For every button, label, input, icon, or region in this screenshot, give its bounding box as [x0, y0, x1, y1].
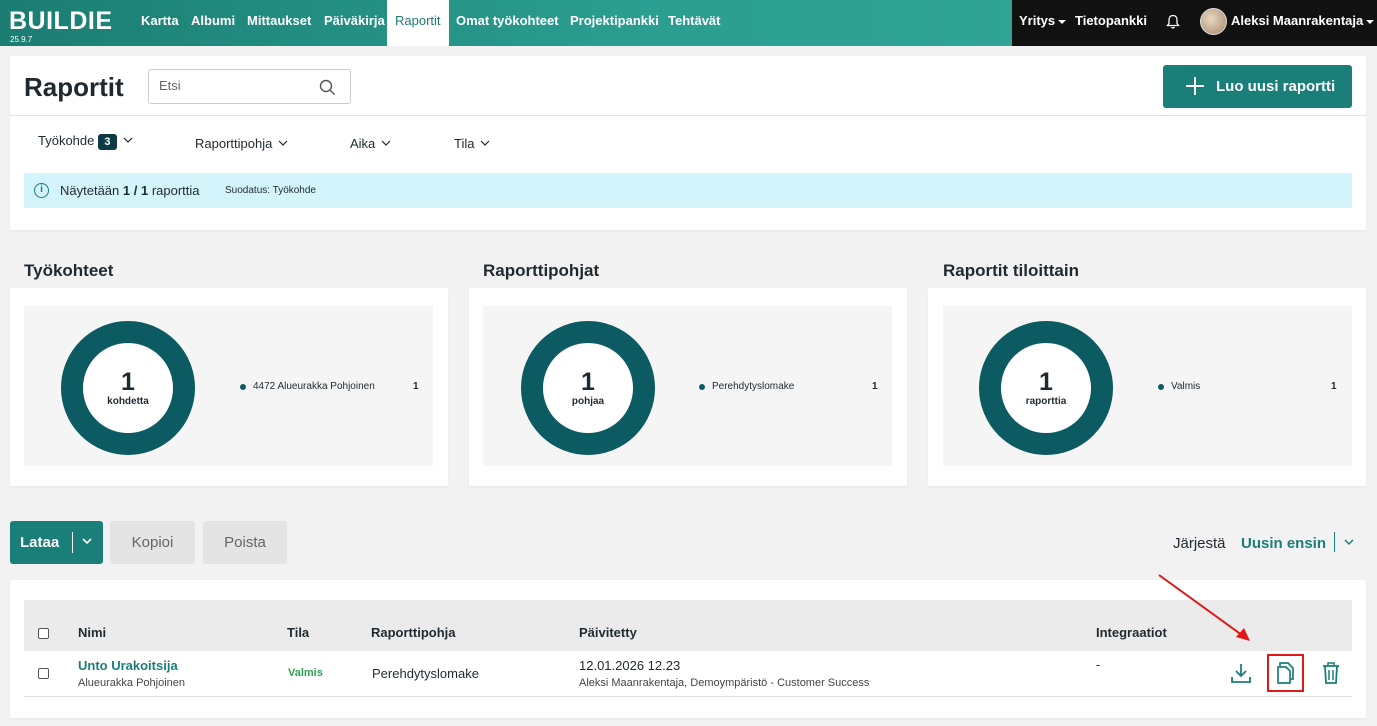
donut-label: pohjaa — [571, 396, 605, 407]
filter-tila[interactable]: Tila — [454, 136, 490, 151]
nav-item-mittaukset[interactable]: Mittaukset — [247, 0, 311, 46]
report-updated-by: Aleksi Maanrakentaja, Demoympäristö - Cu… — [579, 677, 870, 689]
search-icon[interactable] — [319, 79, 336, 96]
create-report-label: Luo uusi raportti — [1216, 78, 1336, 95]
nav-item-omat-tyokohteet[interactable]: Omat työkohteet — [456, 0, 559, 46]
annotation-arrow-icon — [1158, 574, 1250, 641]
legend-label: Perehdytyslomake — [712, 381, 795, 392]
user-avatar[interactable] — [1200, 8, 1227, 35]
legend-dot — [1158, 384, 1164, 390]
app-version: 25.9.7 — [10, 35, 33, 44]
report-template: Perehdytyslomake — [372, 666, 479, 681]
download-label: Lataa — [20, 534, 60, 551]
bell-icon[interactable] — [1166, 14, 1180, 30]
legend-label: Valmis — [1171, 381, 1201, 392]
report-site: Alueurakka Pohjoinen — [78, 677, 186, 689]
info-bar: i Näytetään 1 / 1 raporttia Suodatus: Ty… — [24, 173, 1352, 208]
info-text: Näytetään 1 / 1 raporttia — [60, 183, 200, 198]
filter-aika-label: Aika — [350, 136, 376, 151]
copy-button[interactable]: Kopioi — [110, 521, 195, 564]
chevron-down-icon[interactable] — [1343, 537, 1355, 547]
column-header-updated[interactable]: Päivitetty — [579, 625, 637, 640]
legend-dot — [240, 384, 246, 390]
legend-label: 4472 Alueurakka Pohjoinen — [253, 381, 375, 392]
header-divider — [10, 115, 1366, 116]
plus-icon — [1186, 77, 1204, 95]
knowledge-bank-link[interactable]: Tietopankki — [1075, 0, 1147, 46]
delete-button[interactable]: Poista — [203, 521, 287, 564]
legend-value: 1 — [1331, 381, 1337, 392]
info-suffix: raporttia — [151, 183, 200, 198]
chart-title-raportit-tiloittain: Raportit tiloittain — [943, 261, 1079, 280]
filter-raporttipohja-label: Raporttipohja — [195, 136, 273, 151]
buildie-logo[interactable]: BUILDIE — [9, 7, 113, 36]
row-divider — [24, 696, 1352, 697]
caret-down-icon — [1058, 19, 1067, 24]
column-header-status[interactable]: Tila — [287, 625, 309, 640]
trash-icon[interactable] — [1321, 661, 1341, 685]
filter-count-badge: 3 — [98, 134, 117, 150]
legend-dot — [699, 384, 705, 390]
user-menu[interactable]: Aleksi Maanrakentaja — [1231, 0, 1375, 46]
download-button[interactable]: Lataa — [10, 521, 103, 564]
donut-value: 1 — [121, 368, 135, 396]
user-name: Aleksi Maanrakentaja — [1231, 13, 1364, 28]
legend-value: 1 — [413, 381, 419, 392]
page-title: Raportit — [24, 72, 124, 102]
legend-value: 1 — [872, 381, 878, 392]
nav-item-tehtavat[interactable]: Tehtävät — [668, 0, 721, 46]
highlight-box — [1267, 654, 1304, 692]
sort-label: Järjestä — [1173, 535, 1226, 552]
sort-select[interactable]: Uusin ensin — [1241, 535, 1326, 552]
filter-tyokohde-label: Työkohde — [38, 133, 95, 148]
report-updated: 12.01.2026 12.23 — [579, 658, 681, 673]
chevron-down-icon[interactable] — [81, 535, 93, 547]
nav-item-albumi[interactable]: Albumi — [191, 0, 235, 46]
filter-tila-label: Tila — [454, 136, 475, 151]
chart-title-raporttipohjat: Raporttipohjat — [483, 261, 600, 280]
nav-item-kartta[interactable]: Kartta — [141, 0, 179, 46]
download-icon[interactable] — [1229, 661, 1253, 685]
select-all-checkbox[interactable] — [38, 628, 49, 639]
company-menu-label: Yritys — [1019, 13, 1056, 28]
report-name-link[interactable]: Unto Urakoitsija — [78, 658, 178, 673]
create-report-button[interactable]: Luo uusi raportti — [1163, 65, 1352, 108]
caret-down-icon — [1366, 19, 1375, 24]
donut-value: 1 — [581, 368, 595, 396]
search-box[interactable] — [148, 69, 351, 104]
chevron-down-icon — [381, 140, 391, 146]
donut-label: kohdetta — [107, 396, 149, 407]
nav-item-projektipankki[interactable]: Projektipankki — [570, 0, 659, 46]
column-header-name[interactable]: Nimi — [78, 625, 106, 640]
status-badge: Valmis — [288, 667, 323, 679]
chevron-down-icon — [481, 140, 490, 146]
report-integrations: - — [1096, 657, 1101, 672]
info-prefix: Näytetään — [60, 183, 120, 198]
chevron-down-icon — [278, 140, 288, 146]
row-checkbox[interactable] — [38, 668, 49, 679]
search-input[interactable] — [159, 78, 309, 93]
donut-label: raporttia — [1025, 396, 1067, 407]
info-filter-text: Suodatus: Työkohde — [225, 185, 316, 196]
filter-raporttipohja[interactable]: Raporttipohja — [195, 136, 288, 151]
column-header-template[interactable]: Raporttipohja — [371, 625, 456, 640]
button-separator — [72, 532, 73, 553]
info-icon: i — [34, 183, 49, 198]
nav-item-raportit[interactable]: Raportit — [387, 0, 449, 46]
chevron-down-icon — [123, 137, 132, 143]
filter-aika[interactable]: Aika — [350, 136, 391, 151]
sort-separator — [1334, 532, 1335, 552]
nav-item-paivakirja[interactable]: Päiväkirja — [324, 0, 385, 46]
chart-title-tyokohteet: Työkohteet — [24, 261, 114, 280]
donut-value: 1 — [1039, 368, 1053, 396]
info-count: 1 / 1 — [122, 183, 149, 198]
company-menu[interactable]: Yritys — [1019, 0, 1067, 46]
filter-tyokohde[interactable]: Työkohde 3 — [38, 133, 133, 150]
